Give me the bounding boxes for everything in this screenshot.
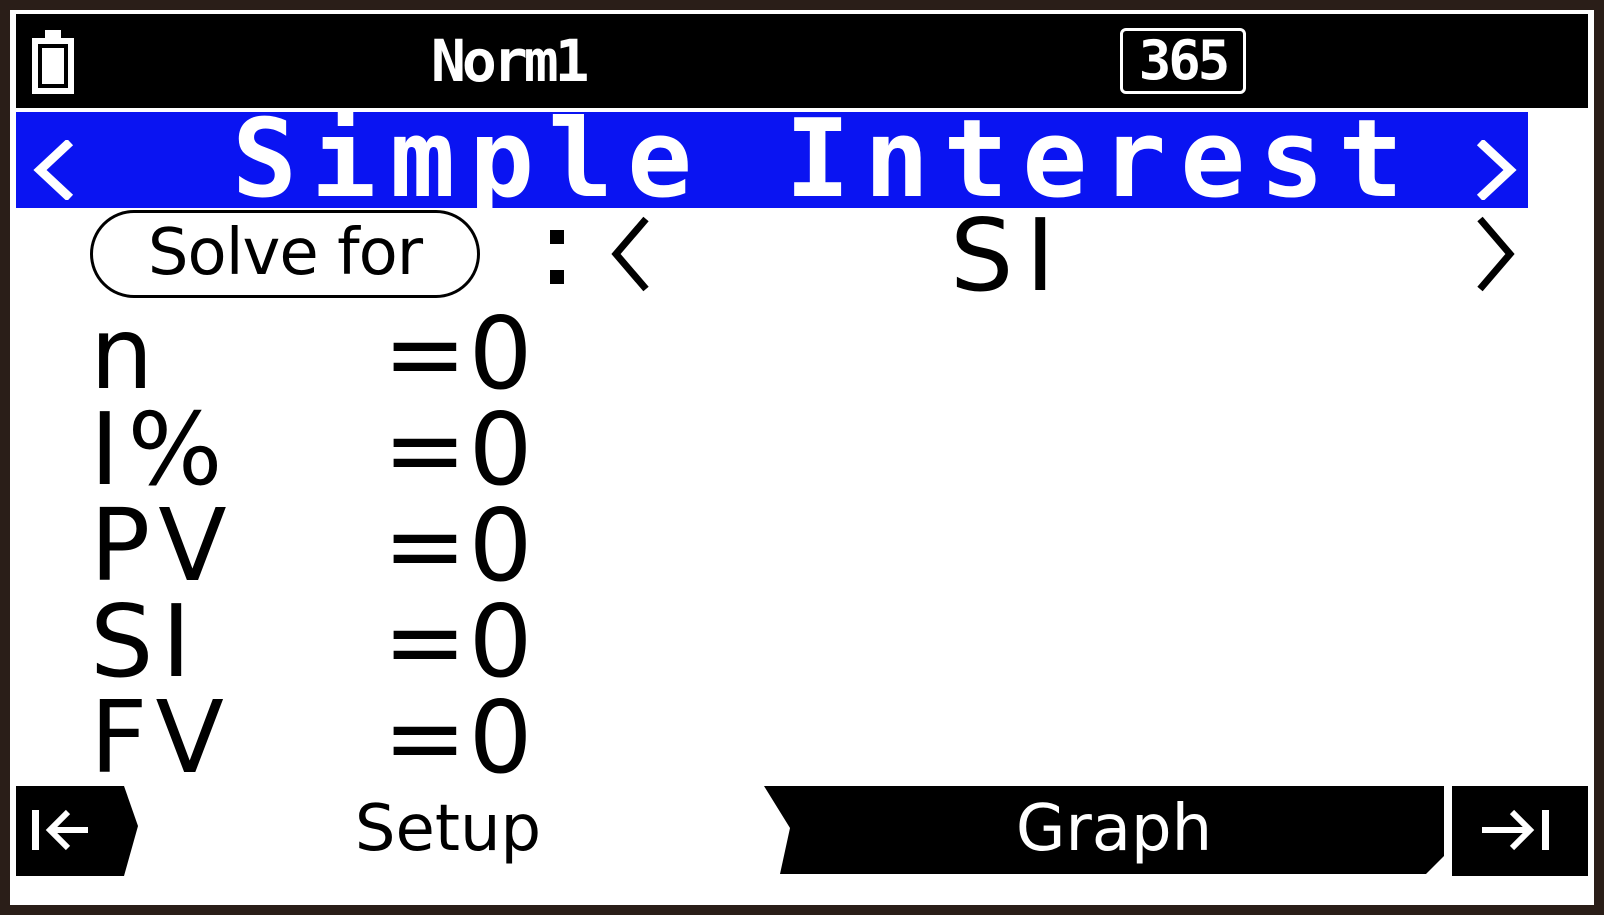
variable-row-interest-rate[interactable]: I% =0 xyxy=(90,391,560,508)
variable-name: I% xyxy=(90,391,231,508)
page-title: Simple Interest xyxy=(232,97,1418,222)
variable-name: SI xyxy=(90,583,199,700)
title-left-arrow-icon[interactable] xyxy=(32,140,76,200)
variable-value[interactable]: =0 xyxy=(383,304,534,404)
solve-for-button[interactable]: Solve for xyxy=(90,210,480,298)
title-bar: Simple Interest xyxy=(16,97,1528,222)
variable-row-n[interactable]: n =0 xyxy=(90,295,560,412)
variable-name: PV xyxy=(90,487,235,604)
solve-right-arrow-icon[interactable] xyxy=(1474,216,1518,292)
variable-value[interactable]: =0 xyxy=(383,592,534,692)
calculator-screen: Norm1 365 Simple Interest Solve for SI n… xyxy=(10,10,1594,905)
solve-for-colon xyxy=(548,226,566,284)
softkey-bar: Setup Graph xyxy=(16,786,1588,876)
status-bar: Norm1 365 xyxy=(16,14,1588,108)
variable-value[interactable]: =0 xyxy=(383,400,534,500)
angle-mode-indicator: Norm1 xyxy=(431,27,590,95)
softkey-setup[interactable]: Setup xyxy=(355,792,541,866)
day-count-badge: 365 xyxy=(1120,28,1246,94)
variable-row-si[interactable]: SI =0 xyxy=(90,583,560,700)
battery-icon xyxy=(32,30,74,94)
variable-row-fv[interactable]: FV =0 xyxy=(90,679,560,796)
title-right-arrow-icon[interactable] xyxy=(1474,140,1518,200)
softkey-graph-label: Graph xyxy=(1016,792,1212,866)
variable-row-pv[interactable]: PV =0 xyxy=(90,487,560,604)
variable-name: FV xyxy=(90,679,232,796)
solve-left-arrow-icon[interactable] xyxy=(608,216,652,292)
softkey-first-page[interactable] xyxy=(16,786,138,876)
variable-name: n xyxy=(90,295,162,412)
softkey-last-page[interactable] xyxy=(1452,786,1588,876)
softkey-graph[interactable]: Graph xyxy=(764,786,1444,874)
solve-for-value[interactable]: SI xyxy=(950,206,1110,306)
softkey-setup-label: Setup xyxy=(355,792,541,866)
variable-value[interactable]: =0 xyxy=(383,688,534,788)
variable-value[interactable]: =0 xyxy=(383,496,534,596)
